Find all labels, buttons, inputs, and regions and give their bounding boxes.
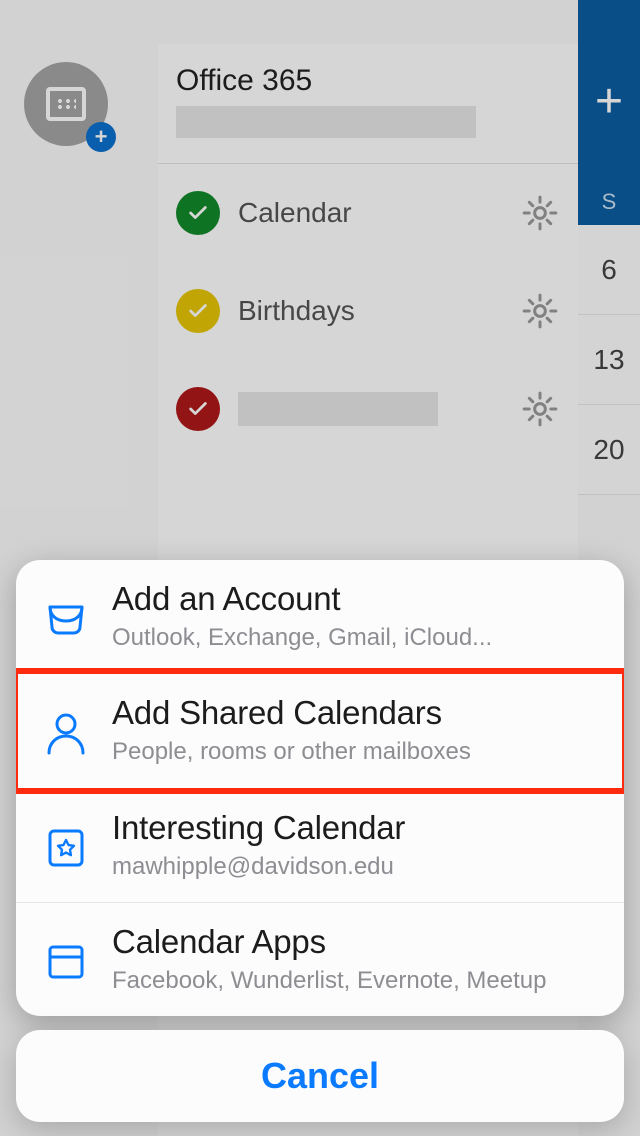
gear-icon[interactable] [520,291,560,331]
row-subtitle: People, rooms or other mailboxes [112,736,600,767]
row-title: Add Shared Calendars [112,694,600,732]
cancel-button[interactable]: Cancel [16,1030,624,1122]
checkmark-icon[interactable] [176,191,220,235]
calendar-label: Birthdays [238,295,520,327]
row-subtitle: mawhipple@davidson.edu [112,851,600,882]
cancel-label: Cancel [261,1055,379,1097]
calendar-label: Calendar [238,197,520,229]
add-account-badge[interactable]: + [86,122,116,152]
calendar-glyph-icon [46,87,86,121]
action-sheet-container: Add an Account Outlook, Exchange, Gmail,… [16,560,624,1122]
row-title: Calendar Apps [112,923,600,961]
calendar-icon [42,933,112,985]
account-section: Office 365 [158,44,578,164]
person-icon [42,705,112,757]
account-title: Office 365 [176,64,560,98]
redacted-calendar-label [238,392,438,426]
calendar-list-item[interactable] [158,360,578,458]
date-column: 6 13 20 [578,225,640,495]
checkmark-icon[interactable] [176,387,220,431]
calendar-list-item[interactable]: Calendar [158,164,578,262]
row-subtitle: Outlook, Exchange, Gmail, iCloud... [112,622,600,653]
calendar-apps-row[interactable]: Calendar Apps Facebook, Wunderlist, Ever… [16,903,624,1016]
row-title: Interesting Calendar [112,809,600,847]
redacted-email [176,106,476,138]
inbox-icon [42,591,112,643]
date-cell[interactable]: 6 [578,225,640,315]
weekday-label: S [602,189,617,215]
calendar-list: Calendar Birthdays [158,164,578,458]
calendar-list-item[interactable]: Birthdays [158,262,578,360]
row-subtitle: Facebook, Wunderlist, Evernote, Meetup [112,965,600,996]
plus-icon[interactable]: + [595,78,623,126]
date-cell[interactable]: 13 [578,315,640,405]
gear-icon[interactable] [520,389,560,429]
date-cell[interactable]: 20 [578,405,640,495]
row-title: Add an Account [112,580,600,618]
gear-icon[interactable] [520,193,560,233]
star-calendar-icon [42,819,112,871]
header-right-strip: + S [578,0,640,225]
add-account-row[interactable]: Add an Account Outlook, Exchange, Gmail,… [16,560,624,674]
checkmark-icon[interactable] [176,289,220,333]
add-shared-calendars-row[interactable]: Add Shared Calendars People, rooms or ot… [16,674,624,788]
action-sheet: Add an Account Outlook, Exchange, Gmail,… [16,560,624,1016]
interesting-calendar-row[interactable]: Interesting Calendar mawhipple@davidson.… [16,789,624,903]
